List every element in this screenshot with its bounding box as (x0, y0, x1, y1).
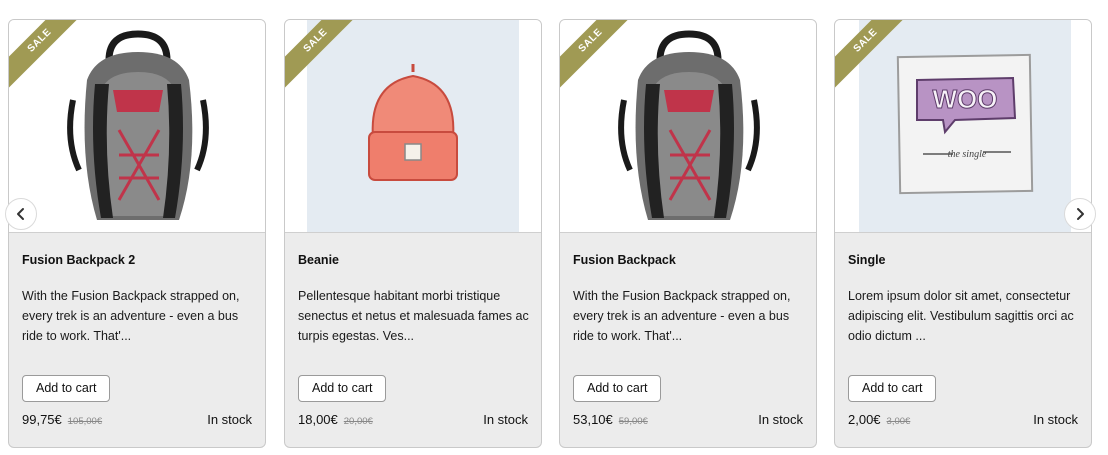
old-price: 3,00€ (886, 416, 911, 427)
product-title[interactable]: Fusion Backpack 2 (22, 253, 135, 267)
old-price: 20,00€ (343, 416, 373, 427)
stock-status: In stock (758, 412, 803, 427)
current-price: 2,00€ (848, 412, 881, 427)
current-price: 18,00€ (298, 412, 338, 427)
product-description: Pellentesque habitant morbi tristique se… (298, 289, 529, 343)
product-description: With the Fusion Backpack strapped on, ev… (22, 289, 240, 343)
product-image[interactable]: WOO the single SALE (835, 20, 1091, 233)
backpack-image (618, 30, 760, 220)
carousel-next-button[interactable] (1064, 198, 1096, 230)
current-price: 53,10€ (573, 412, 613, 427)
product-image[interactable]: SALE (9, 20, 265, 233)
product-image[interactable]: SALE (285, 20, 541, 233)
product-price: 18,00€ 20,00€ (298, 412, 373, 427)
product-card[interactable]: SALE Beanie Pellentesque habitant morbi … (284, 19, 542, 448)
product-price: 99,75€ 105,00€ (22, 412, 102, 427)
product-price: 2,00€ 3,00€ (848, 412, 910, 427)
product-title[interactable]: Beanie (298, 253, 339, 267)
product-card[interactable]: SALE Fusion Backpack 2 With the Fusion B… (8, 19, 266, 448)
beanie-image (368, 64, 458, 181)
product-title[interactable]: Fusion Backpack (573, 253, 676, 267)
product-card[interactable]: WOO the single SALE Single Lorem ipsum d… (834, 19, 1092, 448)
chevron-left-icon (17, 208, 24, 220)
add-to-cart-button[interactable]: Add to cart (573, 375, 662, 402)
product-description: Lorem ipsum dolor sit amet, consectetur … (848, 289, 1074, 343)
stock-status: In stock (483, 412, 528, 427)
product-price: 53,10€ 59,00€ (573, 412, 648, 427)
backpack-image (67, 30, 209, 220)
stock-status: In stock (1033, 412, 1078, 427)
woo-caption-text: the single (948, 149, 987, 160)
old-price: 105,00€ (67, 416, 103, 427)
stock-status: In stock (207, 412, 252, 427)
carousel-prev-button[interactable] (5, 198, 37, 230)
product-carousel: SALE Fusion Backpack 2 With the Fusion B… (0, 0, 1108, 455)
add-to-cart-button[interactable]: Add to cart (22, 375, 111, 402)
product-image[interactable]: SALE (560, 20, 816, 233)
add-to-cart-button[interactable]: Add to cart (848, 375, 937, 402)
old-price: 59,00€ (618, 416, 648, 427)
product-description: With the Fusion Backpack strapped on, ev… (573, 289, 791, 343)
product-title[interactable]: Single (848, 253, 886, 267)
add-to-cart-button[interactable]: Add to cart (298, 375, 387, 402)
chevron-right-icon (1077, 208, 1084, 220)
woo-logo-text: WOO (933, 84, 998, 114)
woo-single-image: WOO the single (896, 53, 1034, 195)
current-price: 99,75€ (22, 412, 62, 427)
product-card[interactable]: SALE Fusion Backpack With the Fusion Bac… (559, 19, 817, 448)
